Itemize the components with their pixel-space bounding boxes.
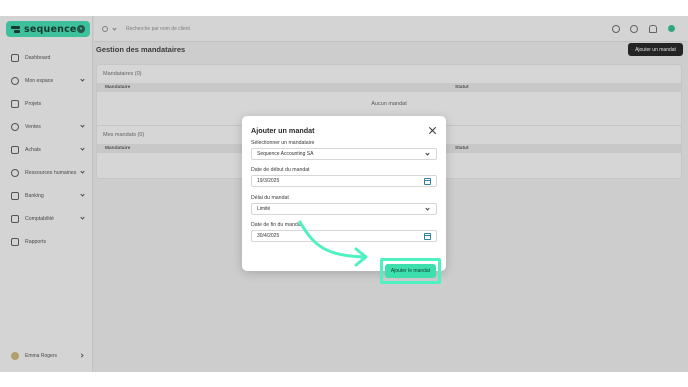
end-date-value: 30/4/2025 — [257, 233, 280, 239]
chevron-down-icon — [425, 151, 430, 156]
delay-value: Limité — [257, 206, 271, 212]
close-icon[interactable] — [429, 127, 436, 134]
submit-mandate-button[interactable]: Ajouter le mandat — [385, 264, 436, 278]
end-date-label: Date de fin du mandat — [251, 222, 303, 228]
app-window: sequence ● Dashboard Mon espace Projets … — [0, 16, 688, 372]
mandataire-select[interactable]: Sequence Accounting SA — [251, 148, 437, 160]
mandataire-value: Sequence Accounting SA — [257, 151, 314, 157]
calendar-icon[interactable] — [424, 178, 431, 185]
end-date-field[interactable]: 30/4/2025 — [251, 230, 437, 242]
start-date-value: 19/3/2025 — [257, 178, 280, 184]
dialog-title: Ajouter un mandat — [251, 126, 315, 135]
start-date-label: Date de début du mandat — [251, 167, 310, 173]
start-date-field[interactable]: 19/3/2025 — [251, 175, 437, 187]
delay-select[interactable]: Limité — [251, 203, 437, 215]
delay-label: Délai du mandat — [251, 195, 289, 201]
chevron-down-icon — [425, 206, 430, 211]
add-mandate-dialog: Ajouter un mandat Sélectionner un mandat… — [242, 116, 446, 271]
calendar-icon[interactable] — [424, 233, 431, 240]
mandataire-label: Sélectionner un mandataire — [251, 140, 315, 146]
